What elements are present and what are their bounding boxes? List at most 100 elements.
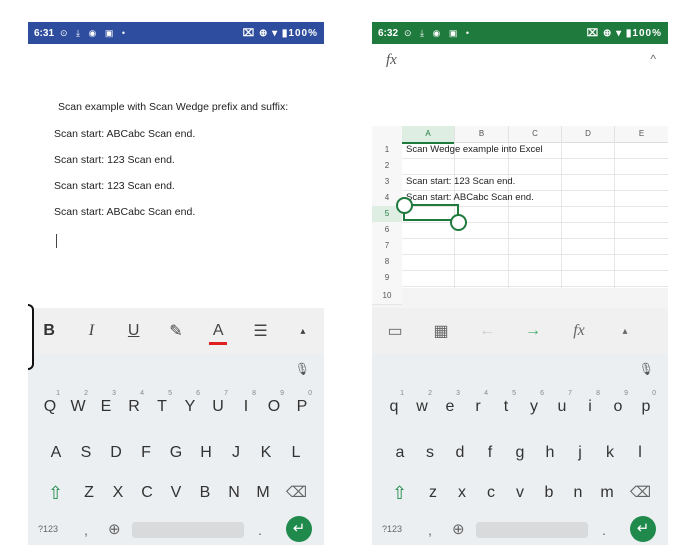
key-s[interactable]: S (71, 438, 101, 468)
row-header-3[interactable]: 3 (372, 174, 402, 191)
key-d[interactable]: D (101, 438, 131, 468)
row-header-10[interactable]: 10 (372, 288, 402, 305)
enter-key[interactable]: ↵ (630, 516, 656, 542)
key-g[interactable]: g (505, 438, 535, 468)
font-color-button[interactable]: A (197, 322, 239, 345)
key-t-wrap[interactable]: 5T (148, 390, 176, 422)
key-e-wrap[interactable]: 3E (92, 390, 120, 422)
col-header-e[interactable]: E (615, 126, 668, 143)
key-t-wrap[interactable]: 5t (492, 390, 520, 422)
key-k[interactable]: k (595, 438, 625, 468)
key-z[interactable]: z (419, 478, 448, 508)
globe-icon[interactable]: ⊕ (452, 520, 465, 538)
key-s[interactable]: s (415, 438, 445, 468)
row-header-6[interactable]: 6 (372, 222, 402, 239)
italic-button[interactable]: I (70, 322, 112, 340)
key-p-wrap[interactable]: 0P (288, 390, 316, 422)
bold-button[interactable]: B (28, 322, 70, 340)
space-key[interactable] (132, 522, 244, 538)
key-f[interactable]: F (131, 438, 161, 468)
comma-key[interactable]: , (84, 522, 88, 538)
key-g[interactable]: G (161, 438, 191, 468)
undo-icon[interactable]: ← (464, 322, 510, 340)
key-h[interactable]: H (191, 438, 221, 468)
row-header-1[interactable]: 1 (372, 142, 402, 159)
chevron-up-icon[interactable]: ^ (650, 52, 656, 66)
list-icon[interactable]: ☰ (239, 321, 281, 341)
col-header-c[interactable]: C (509, 126, 562, 143)
mic-icon[interactable]: 🎙 (295, 362, 310, 376)
mode-key[interactable]: ?123 (382, 524, 402, 534)
key-j[interactable]: J (221, 438, 251, 468)
period-key[interactable]: . (258, 522, 262, 538)
redo-icon[interactable]: → (510, 322, 556, 340)
key-v[interactable]: v (506, 478, 535, 508)
key-y-wrap[interactable]: 6Y (176, 390, 204, 422)
key-r-wrap[interactable]: 4r (464, 390, 492, 422)
key-l[interactable]: L (281, 438, 311, 468)
key-a[interactable]: a (385, 438, 415, 468)
key-e-wrap[interactable]: 3e (436, 390, 464, 422)
key-c[interactable]: C (133, 478, 162, 508)
key-b[interactable]: b (535, 478, 564, 508)
key-i-wrap[interactable]: 8i (576, 390, 604, 422)
row-header-8[interactable]: 8 (372, 254, 402, 271)
key-y-wrap[interactable]: 6y (520, 390, 548, 422)
key-r-wrap[interactable]: 4R (120, 390, 148, 422)
key-k[interactable]: K (251, 438, 281, 468)
comment-icon[interactable]: ▭ (372, 321, 418, 341)
key-m[interactable]: M (249, 478, 278, 508)
key-z[interactable]: Z (75, 478, 104, 508)
key-l[interactable]: l (625, 438, 655, 468)
formula-bar[interactable]: fx ^ (372, 44, 668, 126)
toolbar-more-icon[interactable]: ▴ (282, 326, 324, 337)
row-header-7[interactable]: 7 (372, 238, 402, 255)
key-i-wrap[interactable]: 8I (232, 390, 260, 422)
backspace-key[interactable]: ⌫ (278, 478, 316, 508)
globe-icon[interactable]: ⊕ (108, 520, 121, 538)
key-c[interactable]: c (477, 478, 506, 508)
cell-a3[interactable]: Scan start: 123 Scan end. (406, 174, 515, 190)
row-header-2[interactable]: 2 (372, 158, 402, 175)
key-d[interactable]: d (445, 438, 475, 468)
key-q-wrap[interactable]: 1q (380, 390, 408, 422)
table-icon[interactable]: ▦ (418, 321, 464, 341)
selection-handle-start[interactable] (396, 197, 413, 214)
key-x[interactable]: X (104, 478, 133, 508)
shift-key[interactable]: ⇧ (381, 478, 419, 508)
key-q-wrap[interactable]: 1Q (36, 390, 64, 422)
shift-key[interactable]: ⇧ (37, 478, 75, 508)
col-header-d[interactable]: D (562, 126, 615, 143)
period-key[interactable]: . (602, 522, 606, 538)
key-v[interactable]: V (162, 478, 191, 508)
key-f[interactable]: f (475, 438, 505, 468)
selection-handle-end[interactable] (450, 214, 467, 231)
enter-key[interactable]: ↵ (286, 516, 312, 542)
key-o-wrap[interactable]: 9O (260, 390, 288, 422)
select-all-corner[interactable] (372, 126, 403, 143)
key-x[interactable]: x (448, 478, 477, 508)
row-header-9[interactable]: 9 (372, 270, 402, 287)
toolbar-more-icon[interactable]: ▴ (602, 326, 648, 337)
key-n[interactable]: N (220, 478, 249, 508)
col-header-b[interactable]: B (455, 126, 509, 143)
key-n[interactable]: n (564, 478, 593, 508)
comma-key[interactable]: , (428, 522, 432, 538)
function-button[interactable]: fx (556, 322, 602, 340)
key-w-wrap[interactable]: 2W (64, 390, 92, 422)
key-m[interactable]: m (593, 478, 622, 508)
key-p-wrap[interactable]: 0p (632, 390, 660, 422)
space-key[interactable] (476, 522, 588, 538)
key-j[interactable]: j (565, 438, 595, 468)
key-u-wrap[interactable]: 7u (548, 390, 576, 422)
mic-icon[interactable]: 🎙 (639, 362, 654, 376)
key-h[interactable]: h (535, 438, 565, 468)
cell-a1[interactable]: Scan Wedge example into Excel (406, 142, 543, 158)
highlight-icon[interactable]: ✎ (155, 321, 197, 341)
key-u-wrap[interactable]: 7U (204, 390, 232, 422)
key-b[interactable]: B (191, 478, 220, 508)
key-o-wrap[interactable]: 9o (604, 390, 632, 422)
backspace-key[interactable]: ⌫ (622, 478, 660, 508)
document-body[interactable]: Scan example with Scan Wedge prefix and … (28, 44, 324, 308)
key-w-wrap[interactable]: 2w (408, 390, 436, 422)
